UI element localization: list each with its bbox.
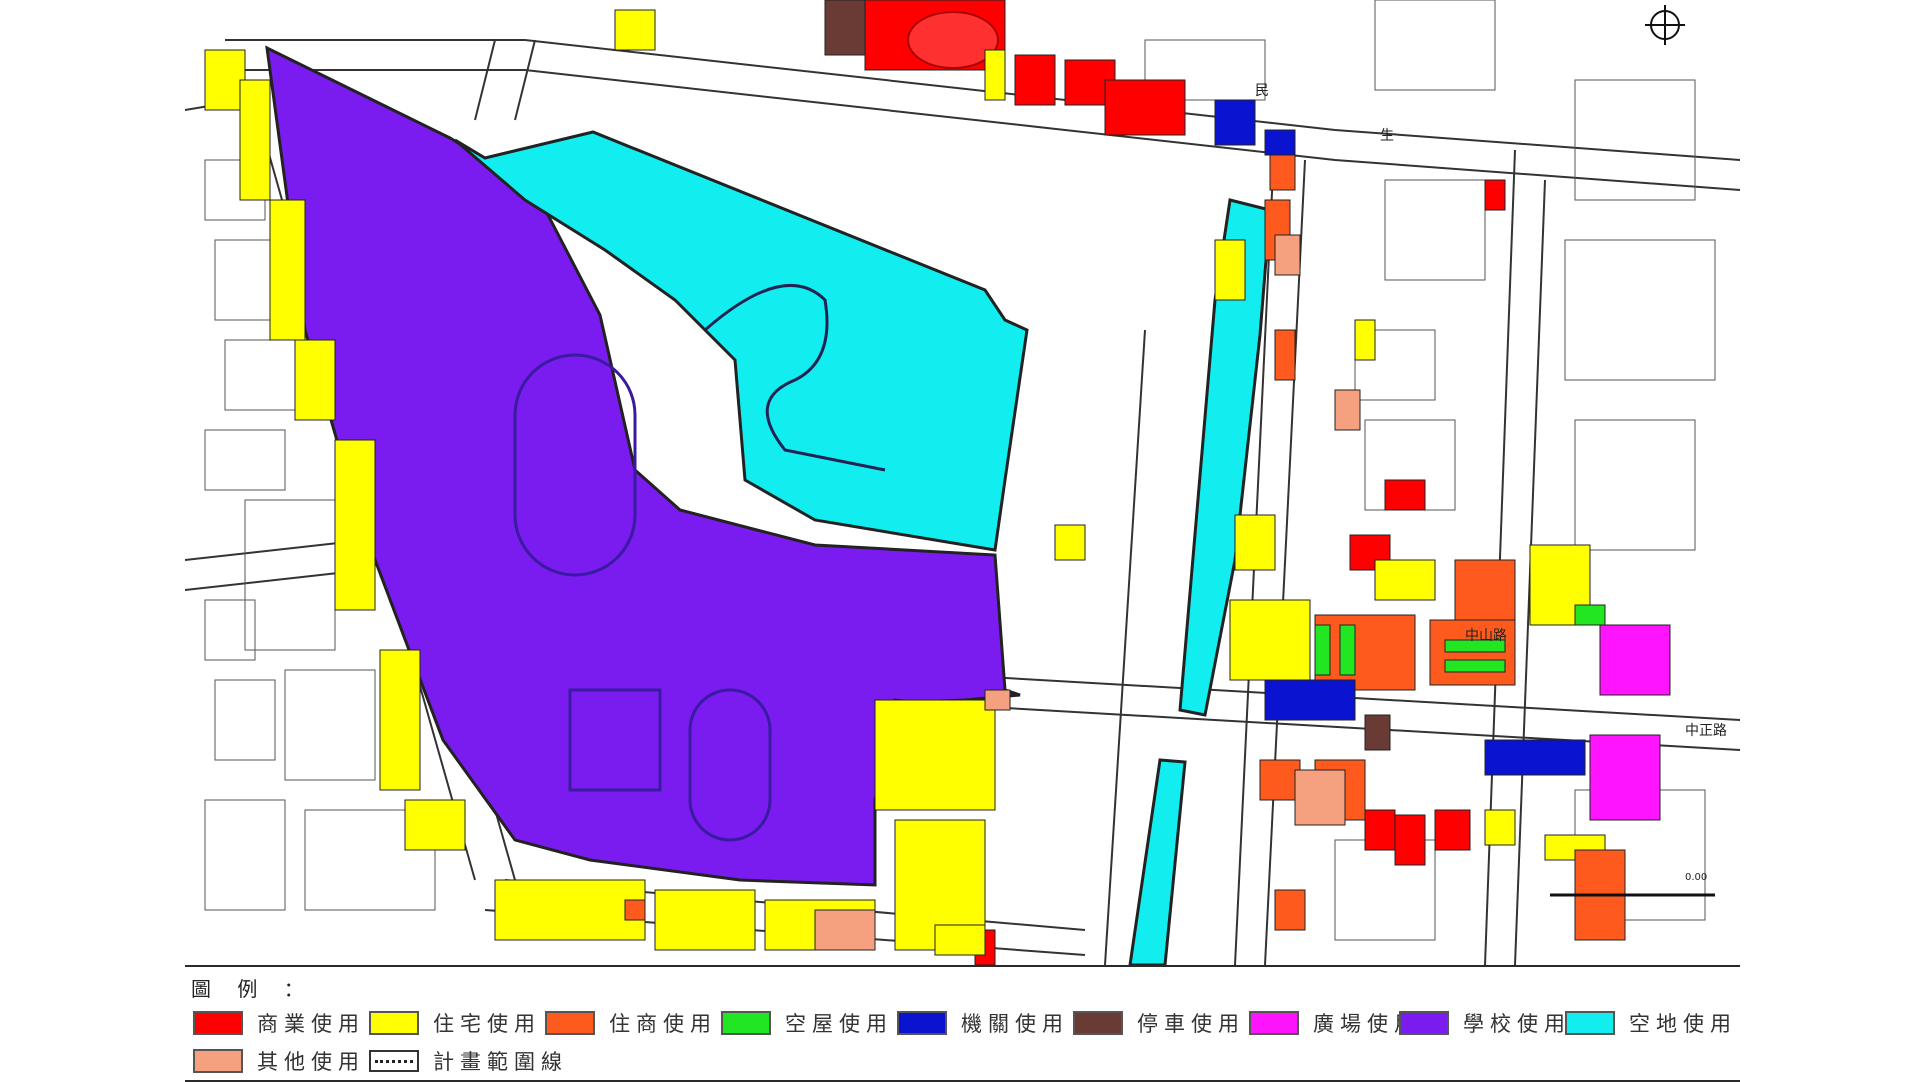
legend-item-mixed-use: 住商使用 — [545, 1009, 717, 1037]
street-label-sheng: 生 — [1380, 128, 1394, 144]
legend-swatch-agency — [897, 1011, 947, 1035]
legend-swatch-residential — [369, 1011, 419, 1035]
legend-swatch-empty-house — [721, 1011, 771, 1035]
legend-swatch-school — [1399, 1011, 1449, 1035]
legend-label-vacant: 空地使用 — [1629, 1012, 1737, 1036]
street-label-min: 民 — [1255, 83, 1269, 99]
legend-label-agency: 機關使用 — [961, 1012, 1069, 1036]
legend-label-residential: 住宅使用 — [433, 1012, 541, 1036]
legend-label-empty-house: 空屋使用 — [785, 1012, 893, 1036]
legend-title: 圖 例 ： — [191, 977, 314, 1001]
legend-item-residential: 住宅使用 — [369, 1009, 541, 1037]
legend-label-other: 其他使用 — [257, 1050, 365, 1074]
legend-item-school: 學校使用 — [1399, 1009, 1571, 1037]
legend-swatch-parking — [1073, 1011, 1123, 1035]
legend-swatch-boundary — [369, 1050, 419, 1072]
legend-item-plaza: 廣場使用 — [1249, 1009, 1421, 1037]
legend-swatch-other — [193, 1049, 243, 1073]
legend-item-commercial: 商業使用 — [193, 1009, 365, 1037]
legend-label-parking: 停車使用 — [1137, 1012, 1245, 1036]
legend-label-school: 學校使用 — [1463, 1012, 1571, 1036]
legend-swatch-mixed-use — [545, 1011, 595, 1035]
legend-item-vacant: 空地使用 — [1565, 1009, 1737, 1037]
legend-item-other: 其他使用 — [193, 1047, 365, 1075]
legend-label-boundary: 計畫範圍線 — [433, 1050, 568, 1074]
legend-item-parking: 停車使用 — [1073, 1009, 1245, 1037]
street-label-zhongshan: 中山路 — [1465, 628, 1507, 644]
legend-item-boundary: 計畫範圍線 — [369, 1047, 568, 1075]
map-legend: 圖 例 ： 商業使用 住宅使用 住商使用 空屋使用 機關使用 停車使用 廣場使用 — [185, 965, 1740, 1082]
legend-label-mixed-use: 住商使用 — [609, 1012, 717, 1036]
legend-item-empty-house: 空屋使用 — [721, 1009, 893, 1037]
legend-item-agency: 機關使用 — [897, 1009, 1069, 1037]
street-label-zhongzheng: 中正路 — [1685, 723, 1727, 739]
legend-swatch-plaza — [1249, 1011, 1299, 1035]
legend-swatch-commercial — [193, 1011, 243, 1035]
legend-swatch-vacant — [1565, 1011, 1615, 1035]
legend-label-commercial: 商業使用 — [257, 1012, 365, 1036]
land-use-map: 民 生 中山路 中正路 0.00 圖 例 ： 商業使用 住宅使用 住商使用 空屋… — [185, 0, 1740, 1082]
scale-bar-label: 0.00 — [1685, 872, 1707, 883]
map-canvas: 民 生 中山路 中正路 0.00 — [185, 0, 1740, 965]
